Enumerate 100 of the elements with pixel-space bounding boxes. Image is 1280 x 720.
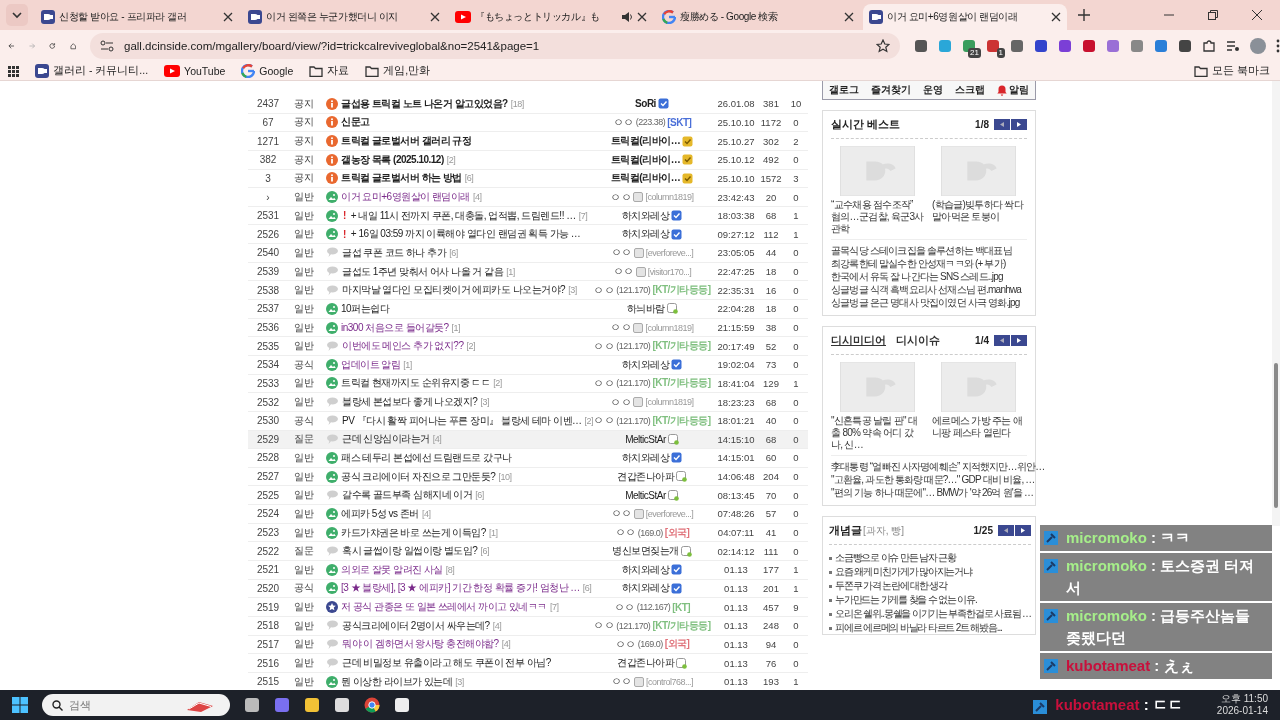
next-button[interactable] [1015, 525, 1031, 536]
writer-name[interactable]: 하치와레상 [621, 357, 670, 372]
post-link[interactable]: 피에르 에르메의 바닐라 타르트 2트 해봤음... [835, 622, 1002, 634]
post-title[interactable]: 의외로 잘못 알려진 사실 [341, 562, 443, 577]
post-link[interactable]: 싱글벙글 식객 흑백요리사 선재스님 편.manhwa [831, 284, 1022, 296]
post-title[interactable]: 트릭컬 글로벌서버 갤러리 규정 [341, 134, 472, 149]
thumbnail-caption[interactable]: (학습글)빚투하다 싹다 말아먹은 토붕이 [932, 199, 1025, 223]
close-icon[interactable] [637, 12, 647, 22]
post-title[interactable]: 글섭용 트릭컬 노트 나온거 알고있었음? [341, 96, 508, 111]
post-title[interactable]: 갈수록 골드부족 심해지네 이거 [342, 488, 473, 503]
bookmark-item[interactable]: 자료 [309, 64, 350, 78]
post-link[interactable]: 골목식당 스테이크집을 솔루션하는 백대표님 [831, 245, 1012, 257]
post-title[interactable]: in300 처음으로 들어갈듯? [341, 320, 449, 335]
post-title[interactable]: 마지막날 열다인 모집티켓이거 에피카도 나오는거야? [342, 283, 566, 298]
post-title[interactable]: 근데 신앙심이라는거 [342, 432, 430, 447]
close-icon[interactable] [223, 12, 233, 22]
media-controls-icon[interactable] [1226, 39, 1240, 53]
bookmark-item[interactable]: 모든 북마크 [1194, 64, 1270, 78]
restore-icon[interactable] [1208, 10, 1218, 20]
menu-link[interactable]: 갤로그 [829, 83, 859, 97]
previous-button[interactable] [998, 525, 1014, 536]
writer-name[interactable]: ㅇㅇ [593, 375, 615, 391]
menu-link[interactable]: 스크랩 [955, 83, 985, 97]
post-link[interactable]: 소금빵으로 이슈 만든 남자 근황 [835, 552, 956, 564]
extensions-puzzle-icon[interactable] [1202, 39, 1216, 53]
extension-icon[interactable] [986, 39, 1000, 53]
post-title[interactable]: 카드가챠권은 바로 쓰는게 이득임? [341, 525, 486, 540]
post-title[interactable]: + 16일 03:59 까지 이륙해야 열다인 랜덤권 획득 가능 … [350, 227, 581, 242]
writer-name[interactable]: MelticStAr [625, 433, 666, 445]
post-title[interactable]: 근데 비밀정보 유출이라고 해도 쿠폰이 전부 아님? [342, 656, 551, 671]
browser-tab[interactable]: 瘦勝める - Google 検索 [656, 4, 860, 30]
post-link[interactable]: 한국에서 유독 잘 나간다는 SNS 스레드..jpg [831, 271, 1003, 283]
post-link[interactable]: 누가만드는 가게를 찾을 수 없는 이유. [835, 594, 977, 606]
bookmark-item[interactable]: 갤러리 - 커뮤니티... [35, 64, 149, 78]
writer-name[interactable]: ㅇㅇ [612, 264, 634, 280]
writer-name[interactable]: 하치와레상 [621, 451, 670, 465]
post-link[interactable]: 요즘 왜케 미친가게가 많아지는거냐 [835, 566, 972, 578]
avatar-icon[interactable] [1250, 38, 1266, 54]
post-title[interactable]: 에피카 5성 vs 존버 [341, 506, 419, 521]
widget-tab[interactable]: 디시미디어 [831, 333, 886, 348]
task-view-icon[interactable] [244, 697, 260, 713]
post-title[interactable]: 업데이트 알림 [341, 357, 401, 372]
extension-icon[interactable] [1034, 39, 1048, 53]
app-icon[interactable] [334, 697, 350, 713]
file-explorer-icon[interactable] [304, 697, 320, 713]
thumbnail-caption[interactable]: “교수채용 점수조작” 혐의…군검찰, 육군3사관학 [831, 199, 924, 235]
writer-name[interactable]: 하늬바람 [626, 301, 665, 316]
writer-name[interactable]: 트릭컬(리바이… [610, 134, 681, 149]
menu-link[interactable]: 운영 [923, 83, 943, 97]
writer-name[interactable]: ㅇㅇ [610, 320, 632, 335]
writer-name[interactable]: ㅇㅇ [593, 338, 615, 354]
taskbar-search[interactable]: 검색 [42, 694, 230, 716]
post-title[interactable]: 트릭컬 현재까지도 순위유지중 ㄷㄷ [341, 376, 491, 391]
post-title[interactable]: 공식 크리에이터 자진으로 그만둔듯? [341, 469, 496, 484]
next-button[interactable] [1011, 335, 1027, 346]
extension-icon[interactable] [1178, 39, 1192, 53]
writer-name[interactable]: ㅇㅇ [613, 599, 635, 615]
writer-name[interactable]: ㅇㅇ [593, 282, 615, 298]
writer-name[interactable]: ㅇㅇ [593, 618, 615, 634]
extension-icon[interactable] [1082, 39, 1096, 53]
post-title[interactable]: 블랑세 본섭보다 좋게 나오겠지? [342, 395, 478, 410]
menu-link[interactable]: 알림 [997, 83, 1029, 97]
search-input[interactable]: 검색 [69, 699, 179, 711]
bookmark-item[interactable]: Google [241, 64, 294, 78]
menu-icon[interactable] [1276, 39, 1280, 53]
thumbnail-caption[interactable]: "신혼특공 날릴 판" 대출 80% 약속 어디 갔나, 신… [831, 415, 924, 451]
bookmark-star-icon[interactable] [876, 39, 890, 53]
post-title[interactable]: 공식크리에이터 2명이서 싸우는데? [342, 618, 490, 633]
browser-tab[interactable]: 신청할 받아요 - 프리파라 갤러 [35, 4, 239, 30]
close-icon[interactable] [844, 12, 854, 22]
tab-list-icon[interactable] [6, 4, 28, 26]
bookmark-item[interactable]: YouTube [164, 65, 226, 77]
writer-name[interactable]: MelticStAr [625, 489, 666, 501]
extension-icon[interactable] [914, 39, 928, 53]
post-title[interactable]: 이번에도 메인스 추가 없지?? [342, 339, 464, 354]
clock[interactable]: 오후 11:50 2026-01-14 [1216, 693, 1280, 717]
extension-icon[interactable] [1154, 39, 1168, 53]
apps-grid-icon[interactable] [8, 65, 19, 77]
writer-name[interactable]: 하치와레상 [621, 581, 670, 596]
post-title[interactable]: 혹시 글썹이랑 일썹이랑 별도임? [342, 544, 478, 559]
writer-name[interactable]: ㅇㅇ [610, 245, 632, 261]
bookmark-item[interactable]: 게임,만화 [365, 64, 431, 78]
post-link[interactable]: 李대통령 “얼빠진 사자명예훼손” 지적했지만…위안… [831, 461, 1045, 473]
writer-name[interactable]: 하치와레상 [621, 208, 670, 223]
extension-icon[interactable] [1058, 39, 1072, 53]
post-title[interactable]: 패스 테두리 본섭에선 드림랜드로 갔구나 [341, 451, 512, 465]
post-link[interactable]: 두쫀쿠 가격 논란에 대한 생각 [835, 580, 947, 592]
writer-name[interactable]: 트릭컬(리바이… [610, 171, 681, 186]
post-title[interactable]: 저 공식 관종은 또 일본 쓰레에서 까이고 있네ㅋㅋ [341, 600, 547, 615]
post-link[interactable]: "편의 기능 하나 때문에"… BMW가 '약 26억 원'을 … [831, 487, 1034, 499]
writer-name[interactable]: 트릭컬(리바이… [610, 152, 681, 167]
post-title[interactable]: PV 『다시 활짝 피어나는 푸른 장미』 블랑세 테마 이벤… [342, 413, 582, 428]
address-bar[interactable]: gall.dcinside.com/mgallery/board/view/?id=trickcalreviveglobal&no=2541&page=1 [90, 33, 900, 59]
writer-name[interactable]: 병신보면짖는개 [612, 544, 679, 559]
post-title[interactable]: 트릭컬 글로벌서버 하는 방법 [341, 171, 462, 186]
writer-name[interactable]: 하치와레상 [621, 227, 670, 242]
writer-name[interactable]: SoRi [635, 98, 656, 110]
writer-name[interactable]: ㅇㅇ [612, 114, 634, 130]
new-tab-icon[interactable] [1078, 9, 1090, 21]
writer-name[interactable]: ㅇㅇ [614, 636, 636, 652]
